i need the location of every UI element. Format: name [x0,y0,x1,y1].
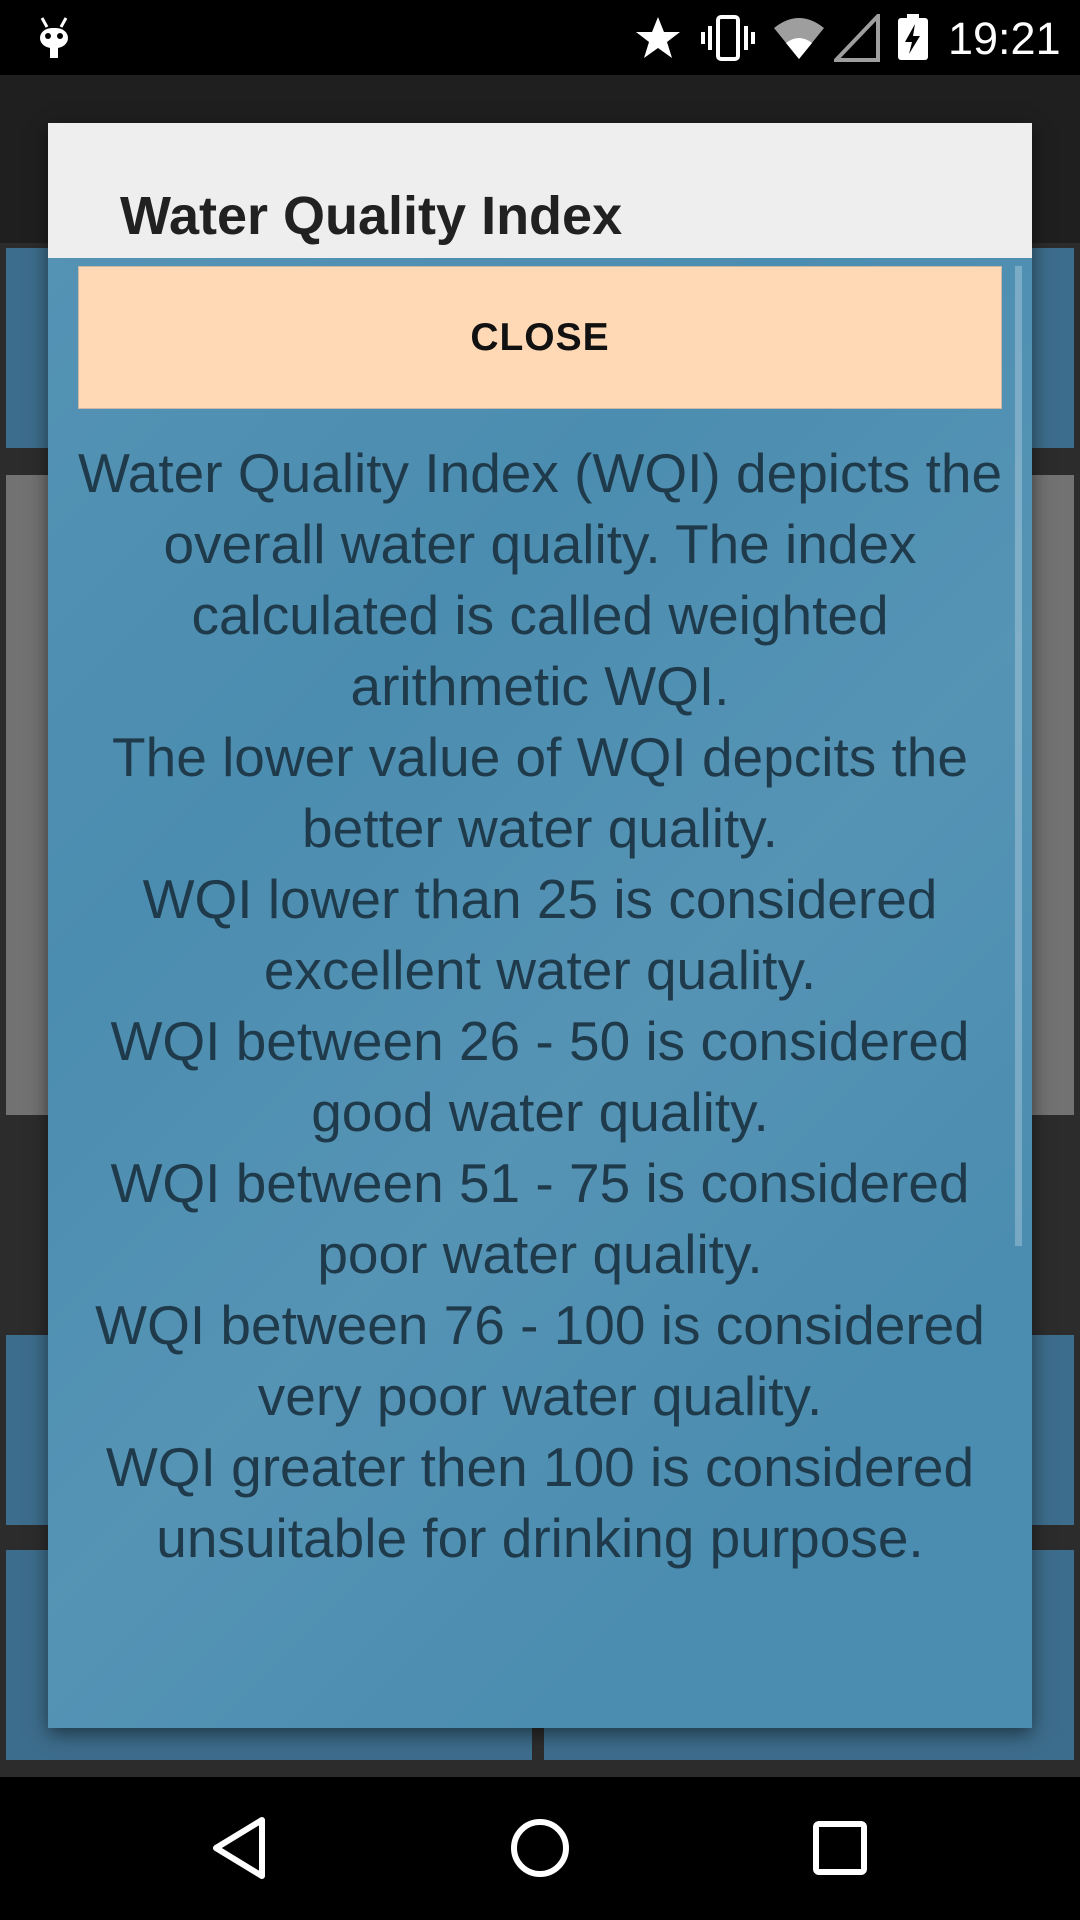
status-bar: 19:21 [0,0,1080,75]
home-icon[interactable] [504,1812,576,1884]
dialog-title: Water Quality Index [120,186,623,246]
android-debug-icon [40,17,68,58]
star-icon [636,17,680,58]
wqi-dialog: Water Quality Index CLOSE Water Quality … [48,123,1032,1728]
back-icon[interactable] [204,1812,276,1884]
battery-charging-icon [898,14,928,60]
message-line: WQI lower than 25 is considered excellen… [142,868,938,1001]
status-clock: 19:21 [948,13,1061,64]
recents-icon[interactable] [804,1812,876,1884]
message-line: WQI greater then 100 is considered unsui… [105,1436,975,1569]
scrollbar[interactable] [1015,266,1022,1246]
wifi-icon [774,18,824,59]
message-line: WQI between 26 - 50 is considered good w… [110,1010,970,1143]
navigation-bar [0,1777,1080,1920]
dialog-header: Water Quality Index [48,123,1032,258]
signal-icon [834,14,880,62]
wqi-message: Water Quality Index (WQI) depicts the ov… [72,438,1008,1574]
vibrate-icon [701,15,755,61]
message-line: The lower value of WQI depcits the bette… [112,726,968,859]
message-line: WQI between 51 - 75 is considered poor w… [110,1152,970,1285]
close-button[interactable]: CLOSE [78,266,1002,409]
message-line: Water Quality Index (WQI) depicts the ov… [77,442,1003,717]
message-line: WQI between 76 - 100 is considered very … [95,1294,985,1427]
